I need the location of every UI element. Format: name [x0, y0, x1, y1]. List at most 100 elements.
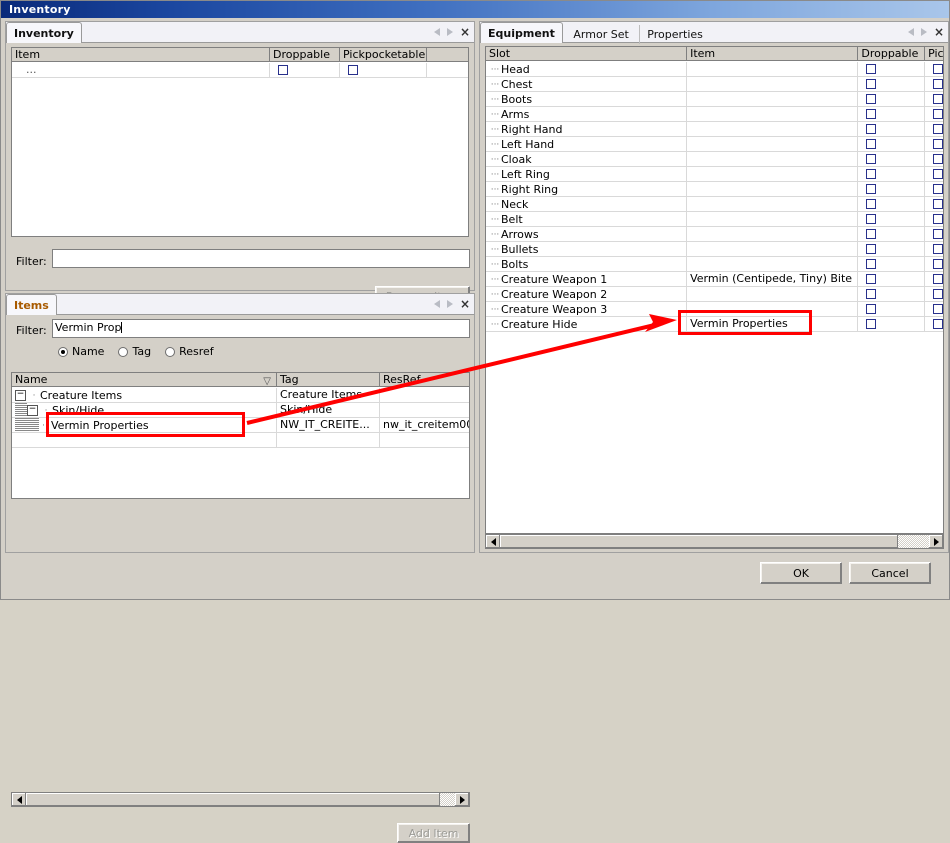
droppable-checkbox[interactable]: [866, 154, 877, 164]
equipment-row-droppable[interactable]: [858, 107, 926, 121]
equipment-row-item[interactable]: [687, 137, 859, 151]
prev-arrow-icon[interactable]: [433, 300, 440, 308]
radio-name-icon[interactable]: [58, 346, 68, 357]
radio-tag[interactable]: Tag: [118, 345, 151, 358]
pickpocketable-checkbox[interactable]: [933, 319, 943, 329]
table-row[interactable]: ··· Head: [486, 62, 943, 77]
pickpocketable-checkbox[interactable]: [933, 64, 943, 74]
inventory-grid[interactable]: Item Droppable Pickpocketable ...: [11, 47, 469, 237]
equipment-row-pickpocketable[interactable]: [925, 77, 943, 91]
equipment-row-droppable[interactable]: [858, 227, 926, 241]
equipment-row-pickpocketable[interactable]: [925, 212, 943, 226]
equipment-row-droppable[interactable]: [858, 77, 926, 91]
tab-armor-set[interactable]: Armor Set: [566, 25, 635, 44]
pickpocketable-checkbox[interactable]: [933, 244, 943, 254]
equipment-row-droppable[interactable]: [858, 62, 926, 76]
radio-resref-icon[interactable]: [165, 346, 176, 357]
droppable-checkbox[interactable]: [866, 274, 877, 284]
scroll-right-button[interactable]: [929, 535, 943, 548]
droppable-checkbox[interactable]: [278, 65, 288, 75]
droppable-checkbox[interactable]: [866, 139, 877, 149]
scroll-left-button[interactable]: [12, 793, 26, 806]
column-header-resref[interactable]: ResRef: [380, 373, 469, 386]
collapse-toggle-icon[interactable]: −: [15, 390, 26, 401]
scroll-right-button[interactable]: [455, 793, 469, 806]
column-header-pickpocketable[interactable]: Pickp: [925, 47, 943, 60]
equipment-row-pickpocketable[interactable]: [925, 62, 943, 76]
equipment-row-droppable[interactable]: [858, 242, 926, 256]
close-icon[interactable]: ×: [460, 297, 470, 311]
droppable-checkbox[interactable]: [866, 214, 877, 224]
scroll-left-button[interactable]: [486, 535, 500, 548]
cancel-button[interactable]: Cancel: [849, 562, 931, 584]
table-row[interactable]: ··· Left Hand: [486, 137, 943, 152]
pickpocketable-checkbox[interactable]: [933, 124, 943, 134]
equipment-row-droppable[interactable]: [858, 182, 926, 196]
droppable-checkbox[interactable]: [866, 244, 877, 254]
pickpocketable-checkbox[interactable]: [933, 304, 943, 314]
equipment-row-droppable[interactable]: [858, 167, 926, 181]
equipment-row-item[interactable]: [687, 242, 859, 256]
table-row[interactable]: ··· Neck: [486, 197, 943, 212]
equipment-row-item[interactable]: [687, 302, 859, 316]
table-row[interactable]: ··· Creature Weapon 3: [486, 302, 943, 317]
column-header-pickpocketable[interactable]: Pickpocketable: [340, 48, 427, 61]
items-tree[interactable]: Name ▽ Tag ResRef − · Creature Items Cre…: [11, 372, 470, 499]
equipment-row-item[interactable]: Vermin (Centipede, Tiny) Bite: [687, 272, 859, 286]
equipment-row-item[interactable]: [687, 257, 859, 271]
equipment-row-droppable[interactable]: [858, 302, 926, 316]
equipment-row-droppable[interactable]: [858, 317, 926, 331]
equipment-row-item[interactable]: [687, 167, 859, 181]
droppable-checkbox[interactable]: [866, 79, 877, 89]
equipment-row-item[interactable]: [687, 197, 859, 211]
equipment-row-droppable[interactable]: [858, 197, 926, 211]
equipment-row-droppable[interactable]: [858, 122, 926, 136]
close-icon[interactable]: ×: [934, 25, 944, 39]
pickpocketable-checkbox[interactable]: [933, 109, 943, 119]
equipment-row-droppable[interactable]: [858, 152, 926, 166]
items-scroll-thumb[interactable]: [26, 793, 440, 806]
equipment-row-item[interactable]: [687, 287, 859, 301]
equipment-row-droppable[interactable]: [858, 287, 926, 301]
column-header-droppable[interactable]: Droppable: [270, 48, 340, 61]
equipment-row-pickpocketable[interactable]: [925, 122, 943, 136]
collapse-toggle-icon[interactable]: −: [27, 405, 38, 416]
column-header-blank[interactable]: [427, 48, 468, 61]
equipment-row-droppable[interactable]: [858, 92, 926, 106]
droppable-checkbox[interactable]: [866, 64, 877, 74]
droppable-checkbox[interactable]: [866, 229, 877, 239]
equipment-row-pickpocketable[interactable]: [925, 107, 943, 121]
equipment-row-droppable[interactable]: [858, 137, 926, 151]
column-header-droppable[interactable]: Droppable: [858, 47, 926, 60]
inventory-row-droppable[interactable]: [270, 63, 340, 77]
equipment-row-pickpocketable[interactable]: [925, 287, 943, 301]
radio-name[interactable]: Name: [58, 345, 104, 358]
pickpocketable-checkbox[interactable]: [933, 154, 943, 164]
droppable-checkbox[interactable]: [866, 259, 877, 269]
table-row[interactable]: ··· Bolts: [486, 257, 943, 272]
table-row[interactable]: ··· Left Ring: [486, 167, 943, 182]
equipment-row-pickpocketable[interactable]: [925, 167, 943, 181]
equipment-row-pickpocketable[interactable]: [925, 302, 943, 316]
prev-arrow-icon[interactable]: [433, 28, 440, 36]
add-item-button[interactable]: Add Item: [397, 823, 470, 843]
equipment-row-pickpocketable[interactable]: [925, 257, 943, 271]
equipment-row-droppable[interactable]: [858, 257, 926, 271]
equipment-scroll-thumb[interactable]: [500, 535, 898, 548]
tab-equipment[interactable]: Equipment: [480, 22, 563, 43]
droppable-checkbox[interactable]: [866, 319, 877, 329]
droppable-checkbox[interactable]: [866, 304, 877, 314]
pickpocketable-checkbox[interactable]: [933, 139, 943, 149]
close-icon[interactable]: ×: [460, 25, 470, 39]
droppable-checkbox[interactable]: [866, 94, 877, 104]
next-arrow-icon[interactable]: [920, 28, 927, 36]
table-row[interactable]: ··· Creature Weapon 2: [486, 287, 943, 302]
list-item[interactable]: ·· Vermin Properties NW_IT_CREITE... nw_…: [12, 418, 469, 433]
prev-arrow-icon[interactable]: [907, 28, 914, 36]
equipment-row-pickpocketable[interactable]: [925, 317, 943, 331]
pickpocketable-checkbox[interactable]: [933, 274, 943, 284]
equipment-row-item[interactable]: [687, 77, 859, 91]
droppable-checkbox[interactable]: [866, 289, 877, 299]
list-item[interactable]: − · Skin/Hide Skin/Hide: [12, 403, 469, 418]
list-item[interactable]: − · Creature Items Creature Items: [12, 388, 469, 403]
